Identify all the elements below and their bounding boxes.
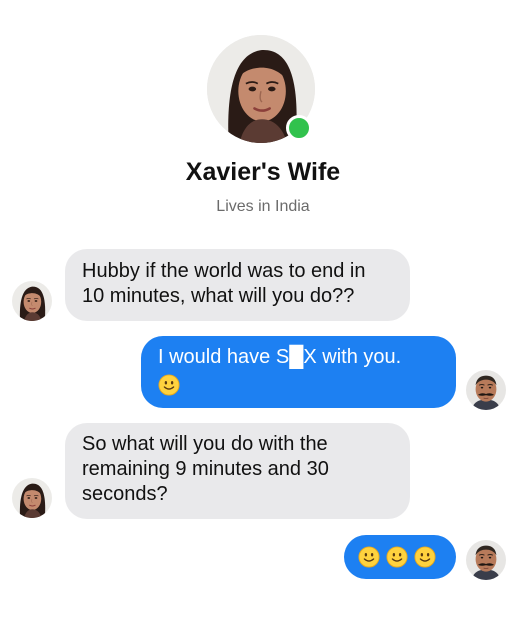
message-text: Hubby if the world was to end in 10 minu…: [82, 260, 366, 307]
slightly-smiling-face-icon: [414, 546, 436, 568]
contact-location: Lives in India: [216, 198, 310, 215]
woman-avatar-icon: [12, 478, 52, 518]
contact-name: Xavier's Wife: [185, 158, 341, 186]
man-avatar-icon: [466, 370, 506, 410]
woman-avatar-icon: [12, 281, 52, 321]
outgoing-message-bubble[interactable]: I would have S█X with you.: [141, 336, 456, 408]
man-avatar-icon: [466, 540, 506, 580]
incoming-message-bubble[interactable]: Hubby if the world was to end in 10 minu…: [65, 249, 410, 321]
sender-avatar[interactable]: [12, 281, 52, 321]
message-text: So what will you do with the remaining 9…: [82, 433, 329, 505]
online-status-indicator: [286, 115, 312, 141]
sender-avatar[interactable]: [466, 370, 506, 410]
slightly-smiling-face-icon: [358, 546, 380, 568]
outgoing-message-bubble[interactable]: [344, 535, 456, 579]
incoming-message-bubble[interactable]: So what will you do with the remaining 9…: [65, 423, 410, 519]
slightly-smiling-face-icon: [158, 374, 180, 396]
slightly-smiling-face-icon: [386, 546, 408, 568]
sender-avatar[interactable]: [466, 540, 506, 580]
sender-avatar[interactable]: [12, 478, 52, 518]
message-text: I would have S█X with you.: [158, 346, 402, 368]
